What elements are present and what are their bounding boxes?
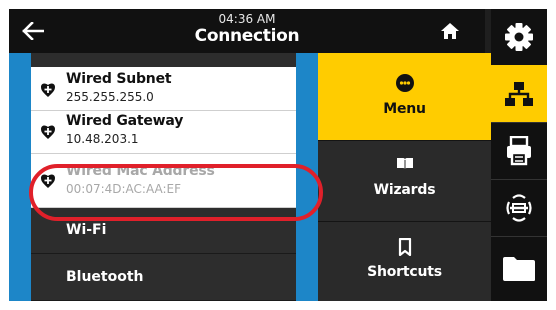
- rfid-icon: [506, 193, 532, 222]
- list-item-bluetooth[interactable]: Bluetooth: [31, 255, 296, 301]
- list-item-wired-gateway[interactable]: Wired Gateway 10.48.203.1: [31, 111, 296, 154]
- menu-button[interactable]: Menu: [318, 53, 491, 141]
- menu-dots-icon: [318, 73, 491, 93]
- list-item-value: 10.48.203.1: [66, 132, 139, 146]
- shortcuts-button[interactable]: Shortcuts: [318, 222, 491, 301]
- header-bar: 04:36 AM Connection: [9, 9, 485, 53]
- wizards-button[interactable]: Wizards: [318, 141, 491, 222]
- network-icon: [505, 81, 533, 106]
- files-nav-button[interactable]: [491, 236, 547, 301]
- bookmark-icon: [318, 238, 491, 256]
- printer-icon: [507, 135, 531, 165]
- page-title: Connection: [194, 26, 300, 46]
- list-item-label: Bluetooth: [66, 269, 144, 285]
- book-icon: [318, 157, 491, 171]
- highlight-annotation: [29, 164, 323, 221]
- expand-icon: [40, 82, 56, 98]
- home-icon: [441, 23, 459, 39]
- network-nav-button[interactable]: [491, 65, 547, 123]
- settings-nav-button[interactable]: [491, 9, 547, 66]
- printer-screen: 04:36 AM Connection Wired Subnet 255.255…: [9, 9, 547, 301]
- rfid-nav-button[interactable]: [491, 179, 547, 237]
- main-menu-panel: Menu Wizards Shortcuts: [318, 53, 491, 301]
- print-nav-button[interactable]: [491, 122, 547, 180]
- shortcuts-button-label: Shortcuts: [367, 264, 442, 280]
- menu-button-label: Menu: [383, 101, 426, 117]
- gear-icon: [505, 23, 533, 51]
- list-item-label: Wi-Fi: [66, 222, 107, 238]
- home-button[interactable]: [437, 19, 463, 43]
- wizards-button-label: Wizards: [373, 182, 436, 198]
- list-item-wired-subnet[interactable]: Wired Subnet 255.255.255.0: [31, 67, 296, 111]
- list-item-value: 255.255.255.0: [66, 90, 154, 104]
- side-nav-rail: [491, 9, 547, 301]
- clock-time: 04:36 AM: [218, 12, 276, 26]
- list-item-label: Wired Subnet: [66, 71, 172, 87]
- folder-icon: [503, 256, 535, 281]
- list-item-label: Wired Gateway: [66, 113, 184, 129]
- expand-icon: [40, 124, 56, 140]
